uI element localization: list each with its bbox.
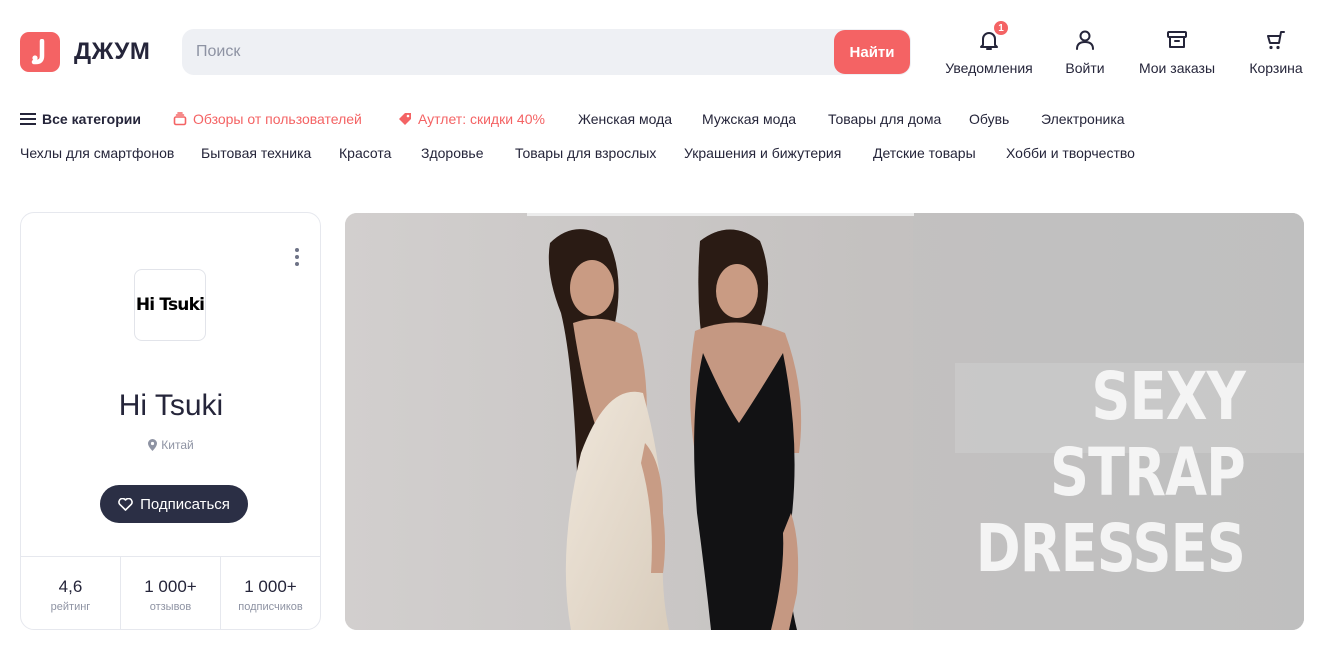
location-pin-icon <box>148 439 158 451</box>
subscribers-value: 1 000+ <box>244 577 297 596</box>
category-link[interactable]: Женская мода <box>578 111 702 127</box>
my-orders-label: Мои заказы <box>1138 60 1216 76</box>
category-label: Детские товары <box>873 145 976 161</box>
category-label: Чехлы для смартфонов <box>20 145 175 161</box>
category-link[interactable]: Чехлы для смартфонов <box>20 145 201 161</box>
subscribers-stat: 1 000+ подписчиков <box>221 557 320 630</box>
category-label: Обувь <box>969 111 1010 127</box>
category-label: Хобби и творчество <box>1006 145 1135 161</box>
user-reviews-label: Обзоры от пользователей <box>193 111 362 127</box>
category-label: Товары для дома <box>828 111 942 127</box>
category-link[interactable]: Бытовая техника <box>201 145 339 161</box>
banner-headline-line-2: DRESSES <box>975 510 1246 587</box>
reviews-stat[interactable]: 1 000+ отзывов <box>121 557 221 630</box>
rating-label: рейтинг <box>50 601 91 613</box>
heart-icon <box>118 497 133 511</box>
user-icon <box>1076 30 1094 50</box>
all-categories-label: Все категории <box>42 111 141 127</box>
cart-label: Корзина <box>1249 60 1303 76</box>
menu-icon <box>20 113 36 125</box>
cart-button[interactable]: Корзина <box>1246 28 1306 76</box>
reviews-label: отзывов <box>149 601 192 613</box>
outlet-link[interactable]: Аутлет: скидки 40% <box>398 111 578 127</box>
banner-headline: SEXY STRAP DRESSES <box>973 358 1246 587</box>
category-link[interactable]: Товары для взрослых <box>515 145 684 161</box>
category-link[interactable]: Красота <box>339 145 421 161</box>
category-link[interactable]: Здоровье <box>421 145 515 161</box>
subscribe-button[interactable]: Подписаться <box>100 485 248 523</box>
category-row-2: Чехлы для смартфонов Бытовая техника Кра… <box>20 144 1135 162</box>
login-button[interactable]: Войти <box>1062 28 1108 76</box>
reviews-icon <box>173 112 187 126</box>
store-logo-text: Hi Tsuki <box>135 295 205 315</box>
banner-progress-indicator <box>527 213 914 216</box>
category-label: Электроника <box>1041 111 1125 127</box>
store-name: Hi Tsuki <box>118 389 224 422</box>
logo-icon[interactable] <box>20 32 60 72</box>
category-label: Здоровье <box>421 145 484 161</box>
category-row-1: Все категории Обзоры от пользователей Ау… <box>20 110 1125 128</box>
category-label: Красота <box>339 145 392 161</box>
reviews-value: 1 000+ <box>144 577 197 596</box>
category-label: Мужская мода <box>702 111 797 127</box>
category-link[interactable]: Обувь <box>969 111 1041 127</box>
search-input[interactable] <box>196 29 816 75</box>
category-label: Бытовая техника <box>201 145 312 161</box>
category-link[interactable]: Мужская мода <box>702 111 828 127</box>
store-card: Hi Tsuki Hi Tsuki Китай Подписаться 4,6 … <box>20 212 321 630</box>
logo-text[interactable]: ДЖУМ <box>74 38 150 66</box>
subscribers-label: подписчиков <box>238 601 303 613</box>
my-orders-button[interactable]: Мои заказы <box>1136 28 1218 76</box>
promo-banner[interactable]: SEXY STRAP DRESSES <box>345 213 1304 630</box>
rating-stat: 4,6 рейтинг <box>21 557 121 630</box>
notifications-label: Уведомления <box>945 60 1033 76</box>
category-link[interactable]: Хобби и творчество <box>1006 145 1135 161</box>
subscribe-label: Подписаться <box>140 495 230 513</box>
category-link[interactable]: Товары для дома <box>828 111 969 127</box>
rating-value: 4,6 <box>58 577 83 596</box>
cart-icon <box>1267 31 1285 50</box>
store-logo: Hi Tsuki <box>134 269 206 341</box>
search-button[interactable]: Найти <box>834 30 910 74</box>
more-options-icon[interactable] <box>288 247 306 267</box>
category-label: Украшения и бижутерия <box>684 145 842 161</box>
store-stats: 4,6 рейтинг 1 000+ отзывов 1 000+ подпис… <box>21 556 320 630</box>
category-label: Женская мода <box>578 111 673 127</box>
category-label: Товары для взрослых <box>515 145 657 161</box>
tag-icon <box>398 112 412 126</box>
all-categories-link[interactable]: Все категории <box>20 111 173 127</box>
login-label: Войти <box>1065 60 1105 76</box>
outlet-label: Аутлет: скидки 40% <box>418 111 545 127</box>
user-reviews-link[interactable]: Обзоры от пользователей <box>173 111 398 127</box>
category-link[interactable]: Электроника <box>1041 111 1125 127</box>
notifications-button[interactable]: 1 Уведомления <box>944 20 1034 76</box>
store-location-label: Китай <box>161 438 194 452</box>
category-link[interactable]: Детские товары <box>873 145 1006 161</box>
store-location: Китай <box>21 438 321 452</box>
notification-badge: 1 <box>993 20 1009 36</box>
orders-box-icon <box>1167 31 1187 48</box>
category-link[interactable]: Украшения и бижутерия <box>684 145 873 161</box>
search-box: Найти <box>182 29 911 75</box>
banner-headline-line-1: SEXY STRAP <box>1049 358 1246 511</box>
